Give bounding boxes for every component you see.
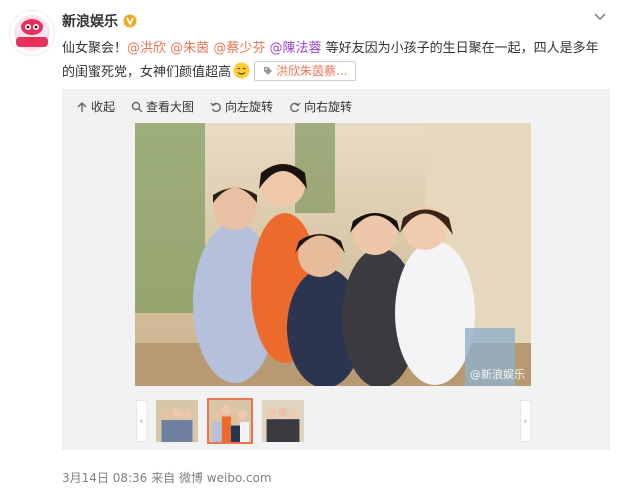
chevron-down-icon[interactable] (593, 10, 607, 24)
media-panel: 收起 查看大图 向左旋转 向右旋转 @新浪娱乐 ‹ › (62, 89, 610, 450)
mention-link[interactable]: @朱茵 (170, 41, 209, 56)
post-text: 仙女聚会！@洪欣 @朱茵 @蔡少芬 @陳法蓉 等好友因为小孩子的生日聚在一起，四… (62, 37, 610, 85)
magnifier-icon (131, 101, 143, 112)
rotate-left-button[interactable]: 向左旋转 (210, 98, 273, 115)
thumbnail-image (262, 400, 304, 442)
chevron-right-icon: › (523, 415, 528, 427)
post-meta: 3月14日 08:36 来自 微博 weibo.com (62, 469, 272, 486)
rotate-right-icon (290, 102, 301, 112)
thumbnail-1[interactable] (154, 398, 200, 444)
rotate-right-label: 向右旋转 (304, 100, 353, 114)
rotate-left-icon (210, 102, 221, 112)
view-large-label: 查看大图 (146, 100, 195, 114)
thumbnail-strip (135, 398, 306, 445)
thumbnail-image (156, 400, 198, 442)
collapse-button[interactable]: 收起 (76, 98, 115, 115)
thumbnail-2[interactable] (207, 398, 253, 444)
thumbnail-3[interactable] (260, 398, 306, 444)
account-name[interactable]: 新浪娱乐 (62, 11, 118, 31)
view-large-button[interactable]: 查看大图 (131, 98, 194, 115)
photo-watermark: @新浪娱乐 (470, 368, 525, 381)
mention-link[interactable]: @洪欣 (127, 41, 166, 56)
account-name-row: 新浪娱乐 (62, 11, 137, 31)
source-prefix: 来自 (151, 471, 176, 485)
photo-tag-link[interactable]: 洪欣朱茵蔡... (254, 61, 357, 81)
timestamp-link[interactable]: 3月14日 08:36 (62, 471, 147, 485)
sina-logo-icon (14, 15, 50, 51)
rotate-right-button[interactable]: 向右旋转 (289, 98, 352, 115)
media-toolbar: 收起 查看大图 向左旋转 向右旋转 (76, 98, 352, 115)
gallery-next-button[interactable]: › (520, 400, 531, 442)
account-avatar[interactable] (9, 10, 55, 56)
source-link[interactable]: 微博 weibo.com (179, 471, 272, 485)
drooling-emoji-icon (233, 62, 250, 79)
thumbnail-image (209, 400, 251, 442)
group-photo-image (135, 123, 531, 386)
verified-badge-icon (123, 14, 137, 28)
arrow-up-icon (77, 101, 87, 112)
rotate-left-label: 向左旋转 (225, 100, 274, 114)
tag-icon (264, 67, 273, 75)
main-photo[interactable]: @新浪娱乐 (135, 123, 531, 386)
photo-tag-label: 洪欣朱茵蔡... (276, 64, 348, 78)
mention-link[interactable]: @陳法蓉 (269, 41, 321, 56)
post-text-intro: 仙女聚会！ (62, 41, 128, 56)
collapse-label: 收起 (91, 100, 116, 114)
mention-link[interactable]: @蔡少芬 (213, 41, 265, 56)
